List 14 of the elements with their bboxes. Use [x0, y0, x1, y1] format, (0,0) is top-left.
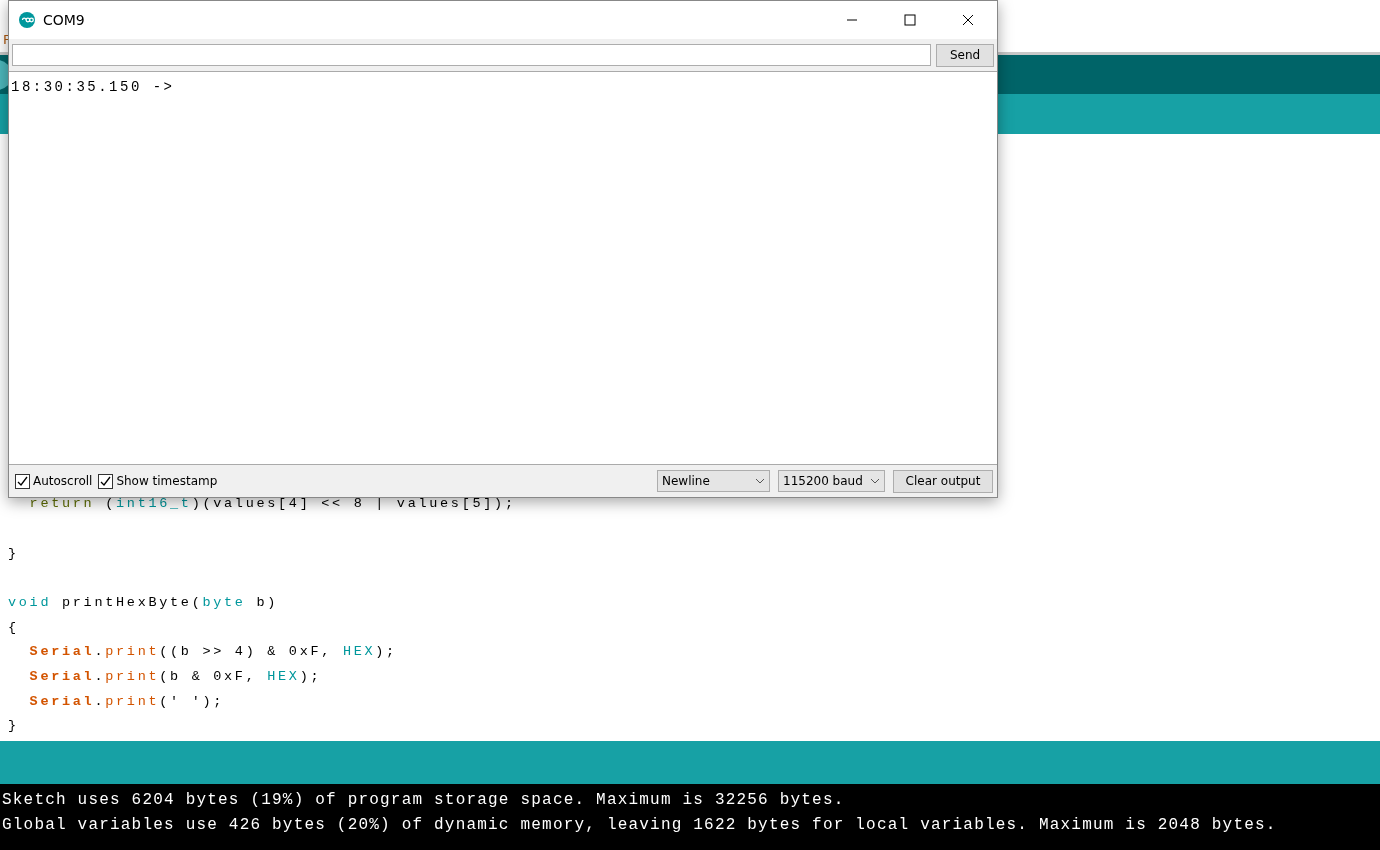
- checkbox-label: Show timestamp: [116, 474, 218, 488]
- window-title: COM9: [43, 12, 86, 28]
- console-line: Global variables use 426 bytes (20%) of dynamic memory, leaving 1622 bytes for local variables. Maximum is 2048 bytes.: [2, 815, 1278, 836]
- code-line: void printHexByte(byte b): [8, 593, 280, 612]
- output-line: 18:30:35.150 ->: [11, 78, 176, 96]
- code-line: }: [8, 717, 20, 736]
- code-line: {: [8, 618, 20, 637]
- code-line: return (int16_t)(values[4] << 8 | values[5]);: [28, 495, 517, 514]
- code-line: Serial.print(b & 0xF, HEX);: [28, 667, 323, 686]
- checkbox-label: Autoscroll: [33, 474, 93, 488]
- code-line: Serial.print((b >> 4) & 0xF, HEX);: [28, 643, 398, 662]
- code-line: Serial.print(' ');: [28, 692, 226, 711]
- code-line: }: [8, 544, 20, 563]
- console-line: Sketch uses 6204 bytes (19%) of program storage space. Maximum is 32256 bytes.: [2, 790, 846, 811]
